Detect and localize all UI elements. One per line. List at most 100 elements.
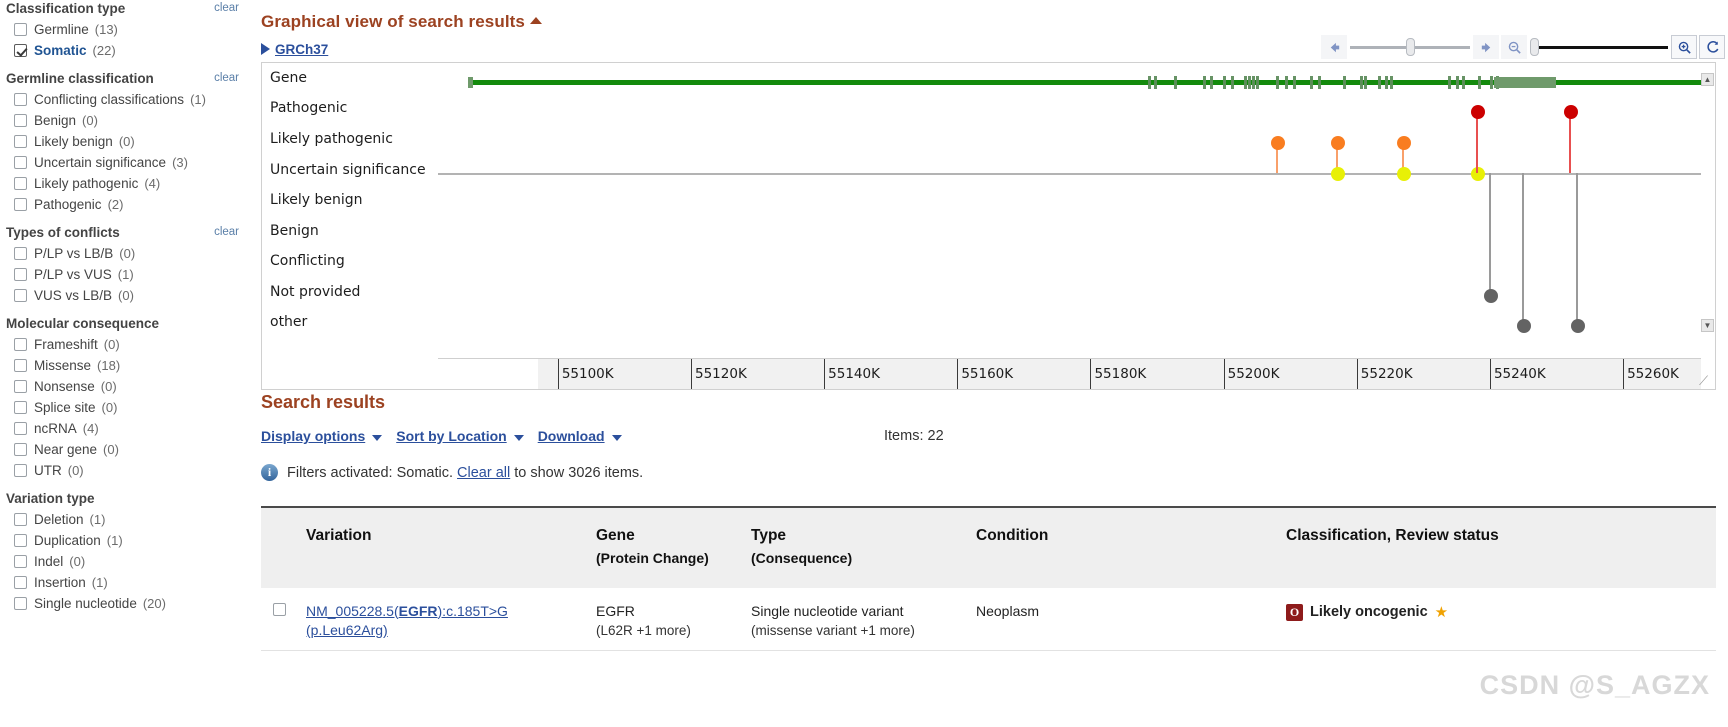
filter-checkbox[interactable] bbox=[14, 576, 27, 589]
chevron-down-icon-display[interactable] bbox=[372, 435, 383, 441]
variant-marker[interactable] bbox=[1483, 289, 1498, 303]
reset-view-button[interactable] bbox=[1699, 35, 1725, 59]
filter-checkbox[interactable] bbox=[14, 597, 27, 610]
oncogenic-badge-icon: O bbox=[1286, 604, 1303, 621]
display-options-link[interactable]: Display options bbox=[261, 428, 365, 444]
filter-option-likely-benign[interactable]: Likely benign (0) bbox=[6, 131, 244, 152]
variation-link[interactable]: NM_005228.5(EGFR):c.185T>G (p.Leu62Arg) bbox=[306, 603, 508, 638]
filter-checkbox[interactable] bbox=[14, 93, 27, 106]
sequence-viewer-panel[interactable]: Gene Pathogenic Likely pathogenic Uncertain… bbox=[261, 62, 1716, 390]
filter-option-frameshift[interactable]: Frameshift (0) bbox=[6, 334, 244, 355]
filter-option-benign[interactable]: Benign (0) bbox=[6, 110, 244, 131]
filter-checkbox[interactable] bbox=[14, 177, 27, 190]
filter-option-somatic[interactable]: Somatic (22) bbox=[6, 40, 244, 61]
pan-slider[interactable] bbox=[1350, 37, 1470, 57]
variant-marker[interactable] bbox=[1330, 167, 1345, 181]
filter-option-ncrna[interactable]: ncRNA (4) bbox=[6, 418, 244, 439]
filter-option-uncertain-significance[interactable]: Uncertain significance (3) bbox=[6, 152, 244, 173]
zoom-in-button[interactable] bbox=[1671, 35, 1697, 59]
filter-option-vus-vs-lb-b[interactable]: VUS vs LB/B (0) bbox=[6, 285, 244, 306]
column-header-type: Type (Consequence) bbox=[741, 506, 966, 588]
variant-marker[interactable] bbox=[1330, 136, 1345, 150]
filter-option-p-lp-vs-lb-b[interactable]: P/LP vs LB/B (0) bbox=[6, 243, 244, 264]
filter-option-missense[interactable]: Missense (18) bbox=[6, 355, 244, 376]
filter-option-insertion[interactable]: Insertion (1) bbox=[6, 572, 244, 593]
filter-count: (13) bbox=[94, 21, 118, 37]
column-label-variation: Variation bbox=[306, 527, 372, 544]
filter-checkbox[interactable] bbox=[14, 464, 27, 477]
filter-checkbox[interactable] bbox=[14, 422, 27, 435]
filter-checkbox[interactable] bbox=[14, 247, 27, 260]
variant-marker[interactable] bbox=[1397, 136, 1412, 150]
filter-option-duplication[interactable]: Duplication (1) bbox=[6, 530, 244, 551]
ruler-tick-label: 55200K bbox=[1227, 366, 1280, 382]
chevron-down-icon-download[interactable] bbox=[611, 435, 622, 441]
track-label-gene: Gene bbox=[270, 70, 307, 86]
pan-left-button[interactable] bbox=[1321, 35, 1347, 59]
filter-checkbox[interactable] bbox=[14, 198, 27, 211]
pan-right-button[interactable] bbox=[1473, 35, 1499, 59]
filter-option-germline[interactable]: Germline (13) bbox=[6, 19, 244, 40]
zoom-out-button[interactable] bbox=[1501, 35, 1527, 59]
variant-marker[interactable] bbox=[1270, 136, 1285, 150]
filter-option-likely-pathogenic[interactable]: Likely pathogenic (4) bbox=[6, 173, 244, 194]
facet-clear-link[interactable]: clear bbox=[214, 2, 239, 14]
table-row[interactable]: NM_005228.5(EGFR):c.185T>G (p.Leu62Arg) … bbox=[261, 588, 1716, 651]
filter-checkbox[interactable] bbox=[14, 156, 27, 169]
filter-checkbox[interactable] bbox=[14, 23, 27, 36]
graphical-view-title[interactable]: Graphical view of search results bbox=[261, 12, 542, 32]
filter-option-pathogenic[interactable]: Pathogenic (2) bbox=[6, 194, 244, 215]
filter-checkbox[interactable] bbox=[14, 401, 27, 414]
variant-marker[interactable] bbox=[1570, 319, 1585, 333]
filter-option-conflicting-classifications[interactable]: Conflicting classifications (1) bbox=[6, 89, 244, 110]
filter-option-deletion[interactable]: Deletion (1) bbox=[6, 509, 244, 530]
filter-option-p-lp-vs-vus[interactable]: P/LP vs VUS (1) bbox=[6, 264, 244, 285]
assembly-label[interactable]: GRCh37 bbox=[275, 42, 328, 57]
filter-option-nonsense[interactable]: Nonsense (0) bbox=[6, 376, 244, 397]
row-type: Single nucleotide variant bbox=[751, 603, 904, 619]
filter-checkbox[interactable] bbox=[14, 380, 27, 393]
row-checkbox[interactable] bbox=[273, 603, 286, 616]
facet-clear-link[interactable]: clear bbox=[214, 226, 239, 238]
variant-marker[interactable] bbox=[1470, 105, 1485, 119]
filter-label: Indel bbox=[34, 553, 64, 569]
assembly-toggle[interactable]: GRCh37 bbox=[261, 42, 328, 57]
zoom-slider[interactable] bbox=[1530, 37, 1668, 57]
filter-option-indel[interactable]: Indel (0) bbox=[6, 551, 244, 572]
facet-clear-link[interactable]: clear bbox=[214, 72, 239, 84]
facet-title-text: Germline classification bbox=[6, 71, 154, 86]
filter-checkbox[interactable] bbox=[14, 135, 27, 148]
variant-plot-area[interactable] bbox=[438, 63, 1701, 357]
chevron-down-icon-sort[interactable] bbox=[513, 435, 524, 441]
sort-by-location-link[interactable]: Sort by Location bbox=[396, 428, 506, 444]
pan-slider-knob[interactable] bbox=[1406, 38, 1415, 56]
filter-checkbox[interactable] bbox=[14, 268, 27, 281]
filter-checkbox[interactable] bbox=[14, 114, 27, 127]
filter-option-near-gene[interactable]: Near gene (0) bbox=[6, 439, 244, 460]
filter-checkbox[interactable] bbox=[14, 555, 27, 568]
clear-all-link[interactable]: Clear all bbox=[457, 465, 510, 481]
filter-checkbox[interactable] bbox=[14, 513, 27, 526]
scroll-down-button[interactable]: ▼ bbox=[1701, 319, 1714, 332]
variant-marker[interactable] bbox=[1563, 105, 1578, 119]
filter-checkbox[interactable] bbox=[14, 338, 27, 351]
variant-marker[interactable] bbox=[1397, 167, 1412, 181]
scroll-up-button[interactable]: ▲ bbox=[1701, 73, 1714, 86]
gene-exon bbox=[1343, 76, 1346, 89]
filter-checkbox[interactable] bbox=[14, 359, 27, 372]
filter-checkbox[interactable] bbox=[14, 289, 27, 302]
caret-up-icon[interactable] bbox=[529, 17, 542, 24]
filter-option-splice-site[interactable]: Splice site (0) bbox=[6, 397, 244, 418]
filter-option-single-nucleotide[interactable]: Single nucleotide (20) bbox=[6, 593, 244, 614]
panel-resize-handle[interactable]: ⟋ bbox=[1699, 373, 1713, 388]
zoom-slider-knob[interactable] bbox=[1530, 38, 1539, 56]
variant-marker[interactable] bbox=[1470, 167, 1485, 181]
filter-checkbox[interactable] bbox=[14, 534, 27, 547]
filter-checkbox[interactable] bbox=[14, 443, 27, 456]
variant-marker[interactable] bbox=[1517, 319, 1532, 333]
row-select-cell[interactable] bbox=[261, 588, 296, 651]
track-label-conflicting: Conflicting bbox=[270, 253, 345, 269]
filter-option-utr[interactable]: UTR (0) bbox=[6, 460, 244, 481]
download-link[interactable]: Download bbox=[538, 428, 605, 444]
filter-checkbox[interactable] bbox=[14, 44, 27, 57]
